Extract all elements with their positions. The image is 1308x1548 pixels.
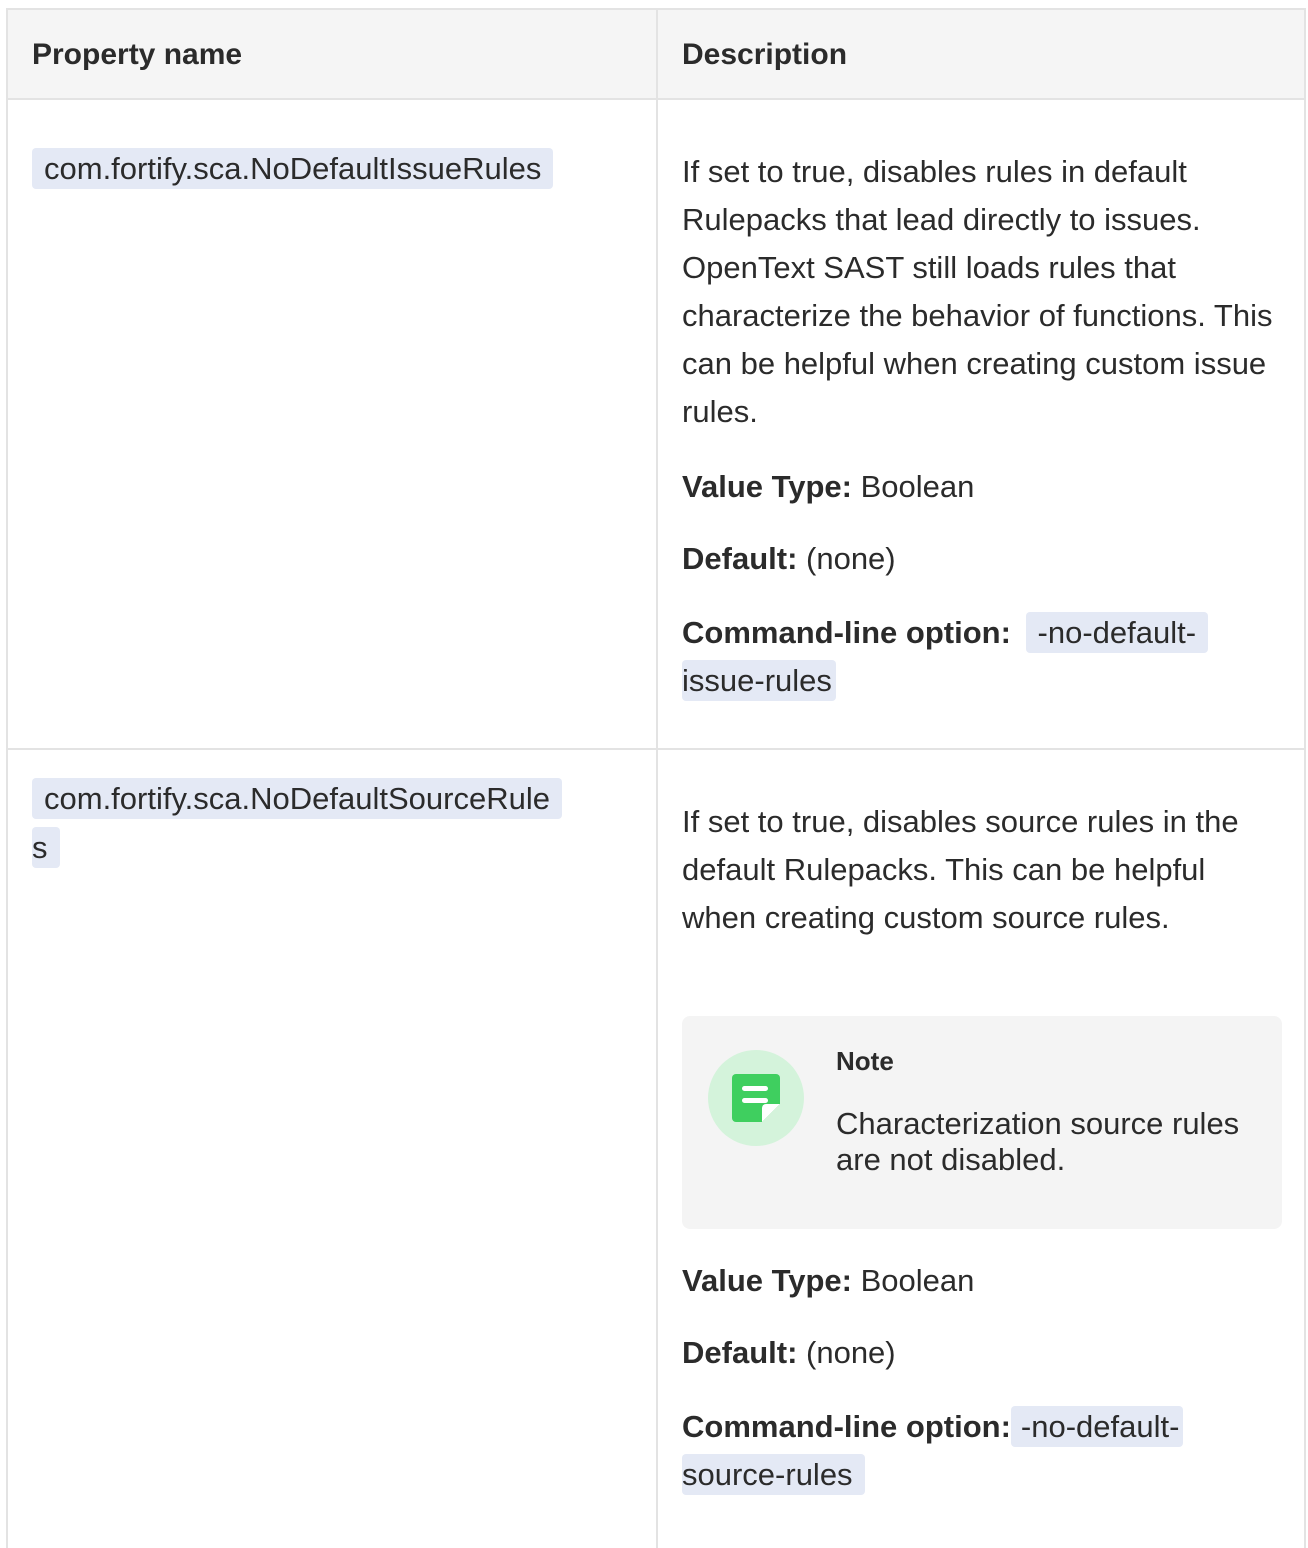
column-divider — [656, 10, 658, 1548]
default-line: Default: (none) — [682, 535, 1282, 583]
property-code-part2: s — [32, 827, 60, 868]
default-label: Default: — [682, 541, 798, 576]
default-label: Default: — [682, 1335, 798, 1370]
command-line-option-label: Command-line option: — [682, 615, 1011, 650]
description-text: If set to true, disables source rules in… — [682, 804, 1239, 935]
note-title: Note — [836, 1046, 894, 1076]
command-line-option-line: Command-line option: -no-default- issue-… — [682, 609, 1282, 705]
command-line-option-code-part2: source-rules — [682, 1454, 865, 1495]
value-type-line: Value Type: Boolean — [682, 1257, 1282, 1305]
command-line-option-code-part2: issue-rules — [682, 660, 836, 701]
value-type-label: Value Type: — [682, 469, 852, 504]
properties-table: Property name Description com.fortify.sc… — [6, 8, 1306, 1548]
default-line: Default: (none) — [682, 1329, 1282, 1377]
description-cell: If set to true, disables source rules in… — [682, 798, 1282, 942]
property-name-cell: com.fortify.sca.NoDefaultIssueRules — [32, 144, 612, 193]
header-description: Description — [682, 38, 848, 71]
command-line-option-line: Command-line option: -no-default- source-… — [682, 1403, 1282, 1499]
command-line-option-label: Command-line option: — [682, 1409, 1011, 1444]
command-line-option-code-part1: -no-default- — [1025, 612, 1209, 653]
value-type-value: Boolean — [860, 1263, 975, 1298]
property-code-part1: com.fortify.sca.NoDefaultSourceRule — [32, 778, 562, 819]
value-type-value: Boolean — [860, 469, 975, 504]
command-line-option-code-part1: -no-default- — [1010, 1406, 1184, 1447]
header-property-name: Property name — [32, 38, 243, 71]
property-code: com.fortify.sca.NoDefaultIssueRules — [32, 148, 554, 189]
value-type-line: Value Type: Boolean — [682, 463, 1282, 511]
property-name-cell: com.fortify.sca.NoDefaultSourceRule s — [32, 774, 612, 872]
default-value: (none) — [806, 541, 896, 576]
description-text: If set to true, disables rules in defaul… — [682, 154, 1273, 429]
note-text: Characterization source rules are not di… — [836, 1106, 1240, 1177]
note-callout: Note Characterization source rules are n… — [682, 1016, 1282, 1229]
description-cell: If set to true, disables rules in defaul… — [682, 148, 1282, 436]
note-icon — [708, 1050, 804, 1146]
row-divider — [8, 748, 1304, 750]
value-type-label: Value Type: — [682, 1263, 852, 1298]
default-value: (none) — [806, 1335, 896, 1370]
